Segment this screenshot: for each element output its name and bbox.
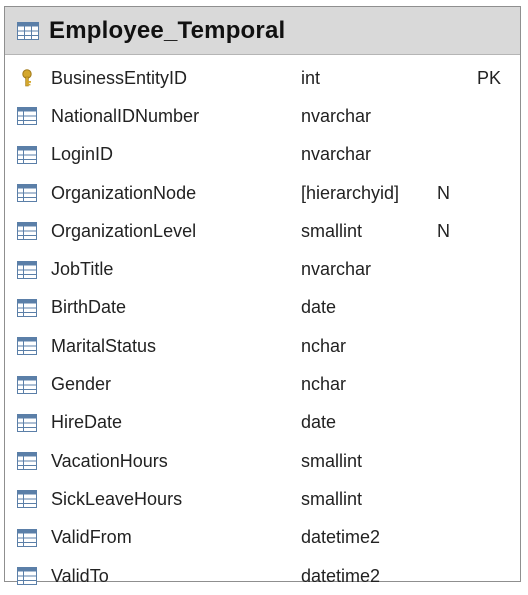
column-row[interactable]: ValidFrom datetime2 [5, 519, 520, 557]
column-name: MaritalStatus [51, 335, 157, 356]
column-type: smallint [301, 450, 363, 471]
column-row[interactable]: SickLeaveHours smallint [5, 480, 520, 518]
column-row[interactable]: NationalIDNumber nvarchar [5, 97, 520, 135]
column-name: BirthDate [51, 297, 127, 318]
column-icon [17, 107, 37, 126]
column-icon [17, 298, 37, 317]
column-type: nvarchar [301, 105, 372, 126]
column-key: N [437, 220, 450, 241]
column-row[interactable]: VacationHours smallint [5, 442, 520, 480]
column-icon [17, 413, 37, 432]
column-name: SickLeaveHours [51, 488, 183, 509]
column-row[interactable]: Gender nchar [5, 365, 520, 403]
column-name: JobTitle [51, 259, 114, 280]
column-row[interactable]: JobTitle nvarchar [5, 250, 520, 288]
table-title: Employee_Temporal [49, 16, 286, 44]
column-name: ValidFrom [51, 527, 132, 548]
column-type: [hierarchyid] [301, 182, 400, 203]
column-icon [17, 184, 37, 203]
column-icon [17, 375, 37, 394]
column-icon [17, 145, 37, 164]
column-icon [17, 528, 37, 547]
column-row[interactable]: OrganizationNode [hierarchyid] N [5, 174, 520, 212]
column-type: datetime2 [301, 565, 381, 586]
column-icon [17, 337, 37, 356]
column-list: BusinessEntityID int PK NationalIDNumber nva… [5, 55, 520, 595]
column-row[interactable]: BusinessEntityID int PK [5, 59, 520, 97]
column-name: Gender [51, 374, 112, 395]
column-name: ValidTo [51, 565, 109, 586]
column-name: BusinessEntityID [51, 67, 188, 88]
column-row[interactable]: MaritalStatus nchar [5, 327, 520, 365]
column-icon [17, 260, 37, 279]
column-type: smallint [301, 488, 363, 509]
column-row[interactable]: BirthDate date [5, 289, 520, 327]
column-key: PK [477, 67, 502, 88]
column-type: date [301, 297, 337, 318]
column-name: HireDate [51, 412, 123, 433]
column-row[interactable]: OrganizationLevel smallint N [5, 212, 520, 250]
column-type: int [301, 67, 321, 88]
column-row[interactable]: HireDate date [5, 404, 520, 442]
column-name: NationalIDNumber [51, 105, 200, 126]
column-name: OrganizationLevel [51, 220, 197, 241]
column-type: nchar [301, 335, 347, 356]
column-icon [17, 490, 37, 509]
column-icon [17, 222, 37, 241]
column-type: nchar [301, 374, 347, 395]
column-name: OrganizationNode [51, 182, 197, 203]
column-row[interactable]: ValidTo datetime2 [5, 557, 520, 595]
column-icon [17, 452, 37, 471]
column-key: N [437, 182, 450, 203]
column-name: LoginID [51, 144, 114, 165]
key-icon [22, 69, 32, 87]
column-type: smallint [301, 220, 363, 241]
column-type: datetime2 [301, 527, 381, 548]
column-type: nvarchar [301, 259, 372, 280]
table-icon [17, 21, 39, 40]
table-header[interactable]: Employee_Temporal [5, 7, 520, 55]
column-row[interactable]: LoginID nvarchar [5, 136, 520, 174]
column-name: VacationHours [51, 450, 168, 471]
column-icon [17, 567, 37, 585]
column-type: date [301, 412, 337, 433]
table-entity-box[interactable]: Employee_Temporal BusinessEntityID int PK N… [4, 6, 521, 586]
column-type: nvarchar [301, 144, 372, 165]
